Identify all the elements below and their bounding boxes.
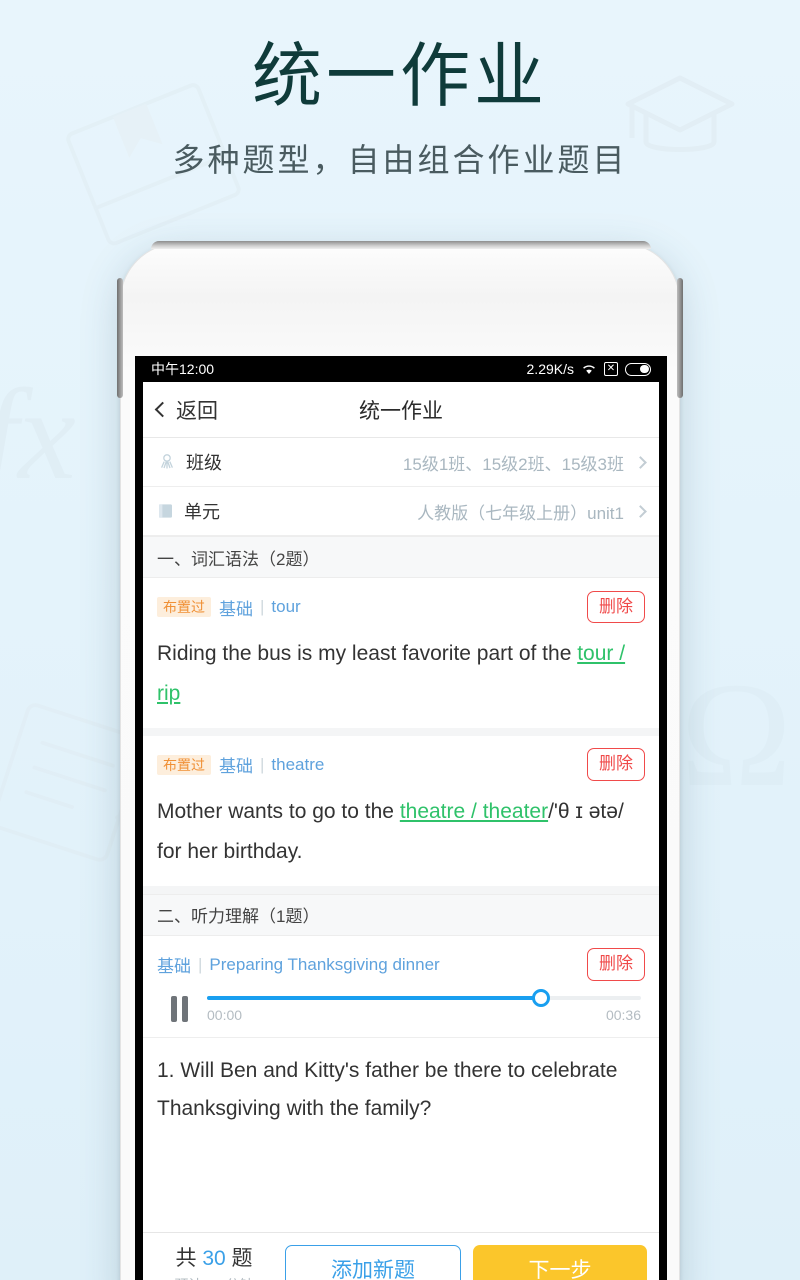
phone-side-left xyxy=(117,278,123,398)
question-text-before: Mother wants to go to the xyxy=(157,799,400,823)
count-prefix: 共 xyxy=(175,1247,197,1270)
count-suffix: 题 xyxy=(231,1247,253,1270)
add-question-button[interactable]: 添加新题 xyxy=(285,1245,461,1280)
wifi-icon xyxy=(583,365,595,374)
omega-watermark-icon: Ω xyxy=(680,652,792,818)
row-unit[interactable]: 单元 人教版（七年级上册）unit1 xyxy=(143,487,659,536)
audio-current-time: 00:00 xyxy=(207,1006,243,1023)
question-text: Riding the bus is my least favorite part… xyxy=(157,634,645,714)
battery-icon xyxy=(625,362,651,376)
status-time: 中午12:00 xyxy=(151,361,215,377)
audio-track[interactable] xyxy=(207,988,641,1007)
signal-none-icon: ✕ xyxy=(604,362,618,376)
keyword-tag: theatre xyxy=(271,754,325,774)
audio-progress[interactable]: 00:00 00:36 xyxy=(207,988,641,1023)
tag-separator: | xyxy=(198,954,203,974)
tag-separator: | xyxy=(260,754,265,774)
row-class-label: 班级 xyxy=(186,453,222,473)
status-bar: 中午12:00 2.29K/s ✕ xyxy=(143,356,659,382)
level-tag: 基础 xyxy=(219,757,253,777)
audio-total-time: 00:36 xyxy=(605,1006,641,1023)
row-class-value: 15级1班、15级2班、15级3班 xyxy=(402,454,624,474)
nav-title: 统一作业 xyxy=(359,399,443,423)
delete-button[interactable]: 删除 xyxy=(587,590,645,624)
pause-icon[interactable] xyxy=(157,996,201,1023)
assigned-badge: 布置过 xyxy=(157,754,211,775)
audio-thumb[interactable] xyxy=(532,988,551,1007)
level-tag: 基础 xyxy=(157,957,191,977)
page-title: 统一作业 xyxy=(252,37,548,115)
assigned-badge: 布置过 xyxy=(157,597,211,617)
question-answer: theatre / theater xyxy=(399,799,549,823)
back-button[interactable]: 返回 xyxy=(154,395,218,425)
book-icon xyxy=(159,504,172,518)
status-network-speed: 2.29K/s xyxy=(526,361,574,377)
question-count-summary: 共 30 题 预计 15 分钟 xyxy=(155,1242,273,1280)
page-subtitle: 多种题型，自由组合作业题目 xyxy=(172,141,628,178)
phone-side-right xyxy=(677,278,683,398)
audio-player: 00:00 00:36 xyxy=(157,988,645,1023)
question-text: Mother wants to go to the theatre / thea… xyxy=(157,792,645,872)
audio-track-fill xyxy=(207,995,542,1000)
question-item-listening: 基础 | Preparing Thanksgiving dinner 删除 00… xyxy=(143,936,659,1038)
question-text-before: Riding the bus is my least favorite part… xyxy=(157,642,578,665)
row-unit-value: 人教版（七年级上册）unit1 xyxy=(417,503,624,523)
count-number: 30 xyxy=(202,1247,226,1270)
content-area: 班级 15级1班、15级2班、15级3班 单元 人教版（七年级上册）unit1 xyxy=(143,438,659,1232)
fx-watermark-icon: fx xyxy=(0,363,76,507)
tag-separator: | xyxy=(260,597,265,616)
keyword-tag: tour xyxy=(271,597,301,616)
question-item: 布置过 基础 | theatre 删除 Mother wants to go t… xyxy=(143,736,659,894)
keyword-tag: Preparing Thanksgiving dinner xyxy=(209,954,440,974)
question-item: 布置过 基础 | tour 删除 Riding the bus is my le… xyxy=(143,578,659,736)
chevron-left-icon xyxy=(154,401,171,418)
row-unit-label: 单元 xyxy=(184,502,220,522)
phone-screen: 中午12:00 2.29K/s ✕ 返回 统一作业 班级 15级1班、15级2班… xyxy=(135,356,667,1280)
delete-button[interactable]: 删除 xyxy=(587,748,645,782)
next-step-button[interactable]: 下一步 xyxy=(473,1245,647,1280)
delete-button[interactable]: 删除 xyxy=(587,948,645,982)
chevron-right-icon xyxy=(634,504,647,518)
listening-question-text: 1. Will Ben and Kitty's father be there … xyxy=(157,1058,618,1121)
row-class[interactable]: 班级 15级1班、15级2班、15级3班 xyxy=(143,438,659,487)
class-group-icon xyxy=(161,454,173,469)
phone-mockup: 中午12:00 2.29K/s ✕ 返回 统一作业 班级 15级1班、15级2班… xyxy=(117,241,683,1280)
level-tag: 基础 xyxy=(219,599,253,619)
phone-top-edge xyxy=(151,241,651,249)
section-heading-vocab: 一、词汇语法（2题） xyxy=(143,536,659,578)
nav-bar: 返回 统一作业 xyxy=(143,382,659,438)
bottom-action-bar: 共 30 题 预计 15 分钟 添加新题 下一步 xyxy=(143,1232,659,1280)
chevron-right-icon xyxy=(634,455,647,469)
section-heading-listening: 二、听力理解（1题） xyxy=(143,893,659,936)
poster-headline-block: 统一作业 多种题型，自由组合作业题目 xyxy=(0,36,800,181)
back-label: 返回 xyxy=(176,399,218,423)
